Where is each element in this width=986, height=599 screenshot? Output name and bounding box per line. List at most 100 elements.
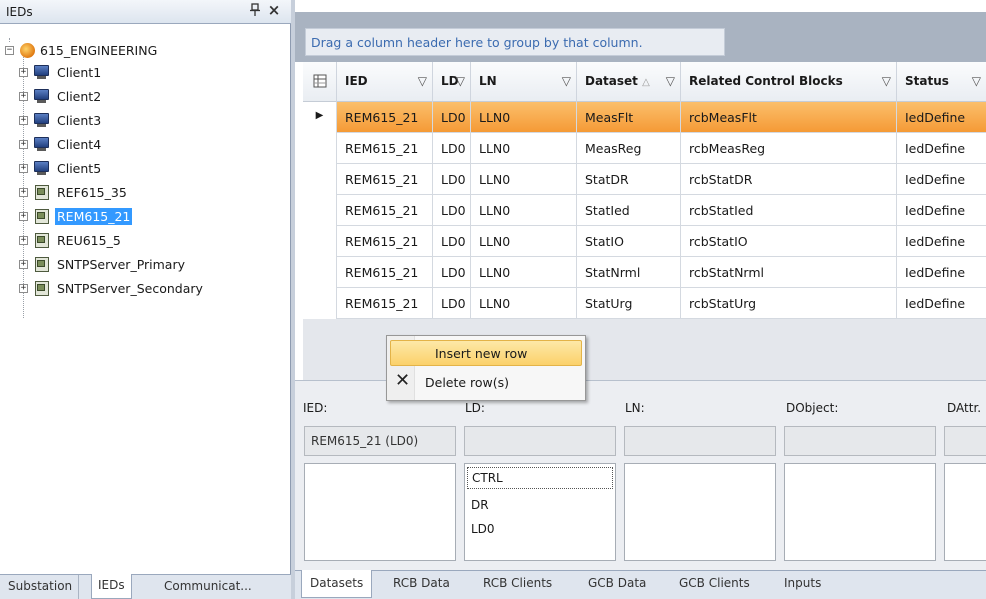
table-row[interactable]: REM615_21 LD0 LLN0 StatIO rcbStatIO IedD… bbox=[303, 226, 986, 257]
row-indicator[interactable] bbox=[303, 288, 337, 319]
tab-rcb-data[interactable]: RCB Data bbox=[393, 576, 450, 590]
expand-icon[interactable]: + bbox=[19, 68, 28, 77]
cell-related-control-blocks[interactable]: rcbStatNrml bbox=[681, 257, 897, 288]
table-row[interactable]: REM615_21 LD0 LLN0 StatDR rcbStatDR IedD… bbox=[303, 164, 986, 195]
cell-status[interactable]: IedDefine bbox=[897, 226, 986, 257]
cell-ld[interactable]: LD0 bbox=[433, 288, 471, 319]
menu-item-insert-new-row[interactable]: Insert new row bbox=[390, 340, 582, 366]
ln-list[interactable] bbox=[624, 463, 776, 561]
cell-related-control-blocks[interactable]: rcbStatIed bbox=[681, 195, 897, 226]
cell-dataset[interactable]: StatIed bbox=[577, 195, 681, 226]
cell-related-control-blocks[interactable]: rcbMeasReg bbox=[681, 133, 897, 164]
cell-dataset[interactable]: StatUrg bbox=[577, 288, 681, 319]
tree-node-client4[interactable]: + Client4 bbox=[0, 135, 291, 157]
row-indicator[interactable] bbox=[303, 226, 337, 257]
filter-icon[interactable]: ▽ bbox=[882, 74, 891, 88]
tab-inputs[interactable]: Inputs bbox=[784, 576, 821, 590]
cell-ln[interactable]: LLN0 bbox=[471, 164, 577, 195]
cell-dataset[interactable]: MeasReg bbox=[577, 133, 681, 164]
dobject-filter-field[interactable] bbox=[784, 426, 936, 456]
tab-communication[interactable]: Communicat... bbox=[158, 575, 258, 599]
tree-node-client1[interactable]: + Client1 bbox=[0, 63, 291, 85]
ld-filter-field[interactable] bbox=[464, 426, 616, 456]
cell-ln[interactable]: LLN0 bbox=[471, 226, 577, 257]
cell-ld[interactable]: LD0 bbox=[433, 226, 471, 257]
column-header-related-control-blocks[interactable]: Related Control Blocks ▽ bbox=[681, 62, 897, 102]
cell-ln[interactable]: LLN0 bbox=[471, 133, 577, 164]
cell-ied[interactable]: REM615_21 bbox=[337, 257, 433, 288]
cell-related-control-blocks[interactable]: rcbMeasFlt bbox=[681, 102, 897, 133]
tree-node-root[interactable]: − 615_ENGINEERING bbox=[0, 41, 291, 63]
cell-status[interactable]: IedDefine bbox=[897, 195, 986, 226]
row-indicator[interactable] bbox=[303, 164, 337, 195]
cell-ied[interactable]: REM615_21 bbox=[337, 288, 433, 319]
cell-ld[interactable]: LD0 bbox=[433, 164, 471, 195]
collapse-icon[interactable]: − bbox=[5, 46, 14, 55]
cell-dataset[interactable]: StatIO bbox=[577, 226, 681, 257]
cell-related-control-blocks[interactable]: rcbStatIO bbox=[681, 226, 897, 257]
cell-status[interactable]: IedDefine bbox=[897, 288, 986, 319]
cell-dataset[interactable]: StatNrml bbox=[577, 257, 681, 288]
table-row[interactable]: REM615_21 LD0 LLN0 StatIed rcbStatIed Ie… bbox=[303, 195, 986, 226]
tree-node-client3[interactable]: + Client3 bbox=[0, 111, 291, 133]
cell-ied[interactable]: REM615_21 bbox=[337, 133, 433, 164]
column-header-dataset[interactable]: Dataset △ ▽ bbox=[577, 62, 681, 102]
tree-node-client5[interactable]: + Client5 bbox=[0, 159, 291, 181]
cell-ld[interactable]: LD0 bbox=[433, 195, 471, 226]
cell-related-control-blocks[interactable]: rcbStatUrg bbox=[681, 288, 897, 319]
cell-ied[interactable]: REM615_21 bbox=[337, 226, 433, 257]
close-icon[interactable]: × bbox=[266, 2, 282, 18]
filter-icon[interactable]: ▽ bbox=[666, 74, 675, 88]
cell-ld[interactable]: LD0 bbox=[433, 102, 471, 133]
cell-ln[interactable]: LLN0 bbox=[471, 102, 577, 133]
ied-filter-field[interactable]: REM615_21 (LD0) bbox=[304, 426, 456, 456]
column-header-ld[interactable]: LD ▽ bbox=[433, 62, 471, 102]
ld-list[interactable]: CTRL DR LD0 bbox=[464, 463, 616, 561]
pin-icon[interactable] bbox=[248, 3, 262, 19]
cell-ied[interactable]: REM615_21 bbox=[337, 164, 433, 195]
list-item[interactable]: CTRL bbox=[467, 467, 613, 489]
cell-dataset[interactable]: StatDR bbox=[577, 164, 681, 195]
expand-icon[interactable]: + bbox=[19, 236, 28, 245]
tab-gcb-clients[interactable]: GCB Clients bbox=[679, 576, 750, 590]
dattr-filter-field[interactable] bbox=[944, 426, 986, 456]
tree-node-client2[interactable]: + Client2 bbox=[0, 87, 291, 109]
expand-icon[interactable]: + bbox=[19, 212, 28, 221]
menu-item-delete-rows[interactable]: ✕ Delete row(s) bbox=[390, 369, 582, 395]
expand-icon[interactable]: + bbox=[19, 92, 28, 101]
cell-ld[interactable]: LD0 bbox=[433, 133, 471, 164]
cell-dataset[interactable]: MeasFlt bbox=[577, 102, 681, 133]
list-item[interactable]: DR bbox=[471, 498, 489, 512]
tab-rcb-clients[interactable]: RCB Clients bbox=[483, 576, 552, 590]
tab-datasets[interactable]: Datasets bbox=[301, 570, 373, 598]
filter-icon[interactable]: ▽ bbox=[456, 74, 465, 88]
column-header-ied[interactable]: IED ▽ bbox=[337, 62, 433, 102]
cell-ied[interactable]: REM615_21 bbox=[337, 195, 433, 226]
cell-related-control-blocks[interactable]: rcbStatDR bbox=[681, 164, 897, 195]
filter-icon[interactable]: ▽ bbox=[418, 74, 427, 88]
table-row[interactable]: REM615_21 LD0 LLN0 MeasReg rcbMeasReg Ie… bbox=[303, 133, 986, 164]
cell-status[interactable]: IedDefine bbox=[897, 133, 986, 164]
tab-substation[interactable]: Substation bbox=[2, 575, 80, 599]
cell-ied[interactable]: REM615_21 bbox=[337, 102, 433, 133]
ln-filter-field[interactable] bbox=[624, 426, 776, 456]
tree-node-rem615-21[interactable]: + REM615_21 bbox=[0, 207, 291, 229]
cell-ld[interactable]: LD0 bbox=[433, 257, 471, 288]
dobject-list[interactable] bbox=[784, 463, 936, 561]
cell-ln[interactable]: LLN0 bbox=[471, 288, 577, 319]
tree-node-ref615-35[interactable]: + REF615_35 bbox=[0, 183, 291, 205]
expand-icon[interactable]: + bbox=[19, 188, 28, 197]
column-header-status[interactable]: Status ▽ bbox=[897, 62, 986, 102]
expand-icon[interactable]: + bbox=[19, 140, 28, 149]
tree-node-sntp-primary[interactable]: + SNTPServer_Primary bbox=[0, 255, 291, 277]
table-row[interactable]: REM615_21 LD0 LLN0 StatUrg rcbStatUrg Ie… bbox=[303, 288, 986, 319]
column-chooser-icon[interactable] bbox=[303, 62, 337, 102]
cell-status[interactable]: IedDefine bbox=[897, 164, 986, 195]
ied-list[interactable] bbox=[304, 463, 456, 561]
row-indicator[interactable] bbox=[303, 195, 337, 226]
expand-icon[interactable]: + bbox=[19, 116, 28, 125]
cell-ln[interactable]: LLN0 bbox=[471, 195, 577, 226]
row-indicator[interactable] bbox=[303, 133, 337, 164]
table-row[interactable]: REM615_21 LD0 LLN0 StatNrml rcbStatNrml … bbox=[303, 257, 986, 288]
column-header-ln[interactable]: LN ▽ bbox=[471, 62, 577, 102]
